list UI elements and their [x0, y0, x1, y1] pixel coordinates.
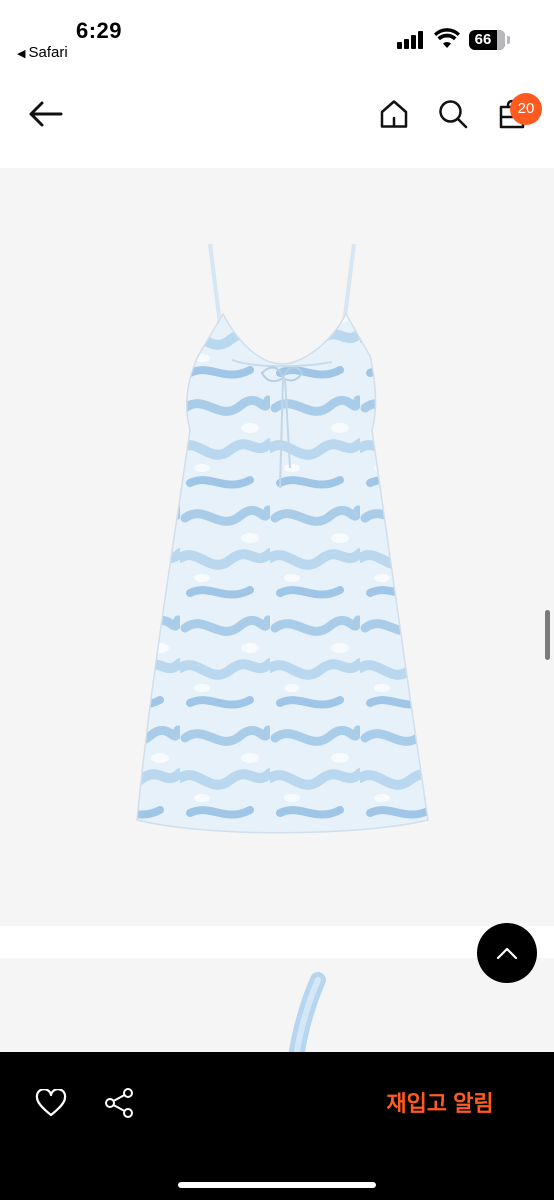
- home-indicator: [178, 1182, 376, 1188]
- back-button[interactable]: [25, 94, 65, 134]
- scrollbar-thumb[interactable]: [545, 610, 550, 660]
- search-button[interactable]: [433, 94, 473, 134]
- bottom-action-bar: [0, 1052, 554, 1200]
- wifi-icon: [434, 28, 460, 48]
- dress-image: [136, 243, 429, 834]
- cellular-signal-icon: [397, 31, 425, 49]
- cart-count-badge: 20: [510, 93, 542, 125]
- product-image-secondary[interactable]: [0, 958, 554, 1058]
- scroll-to-top-button[interactable]: [477, 923, 537, 983]
- dress-strap-image: [288, 972, 326, 1058]
- gallery-divider: [0, 926, 554, 958]
- search-icon: [439, 100, 468, 129]
- home-button[interactable]: [374, 94, 414, 134]
- back-to-safari-link[interactable]: ◀ Safari: [17, 44, 68, 61]
- heart-icon: [35, 1089, 67, 1117]
- share-icon: [105, 1088, 133, 1118]
- back-app-label: Safari: [28, 44, 68, 61]
- battery-level: 66: [474, 31, 492, 48]
- product-image-main[interactable]: [0, 168, 554, 926]
- battery-tip: [507, 36, 510, 44]
- home-icon: [380, 100, 408, 128]
- share-button[interactable]: [100, 1084, 138, 1122]
- status-bar: 6:29 ◀ Safari 66: [0, 0, 554, 72]
- arrow-left-icon: [29, 101, 63, 127]
- status-time: 6:29: [76, 18, 123, 43]
- chevron-up-icon: [496, 947, 518, 960]
- back-triangle-icon: ◀: [17, 48, 26, 60]
- top-navigation: [0, 72, 554, 168]
- wishlist-button[interactable]: [32, 1086, 70, 1120]
- restock-alert-button[interactable]: 재입고 알림: [360, 1088, 520, 1120]
- battery-icon: 66: [469, 30, 505, 50]
